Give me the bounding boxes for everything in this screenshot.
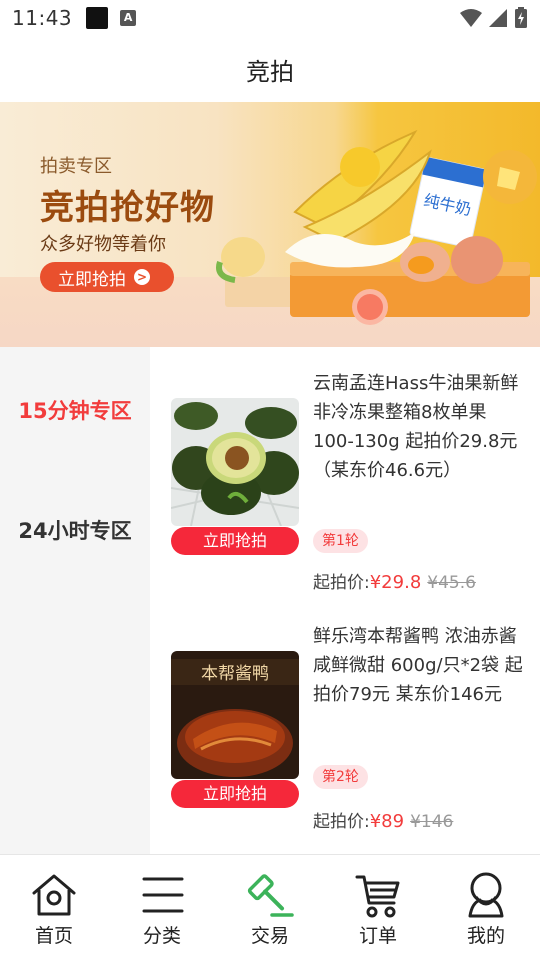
cart-icon xyxy=(355,875,400,918)
current-price: ¥29.8 xyxy=(369,572,422,593)
price-row: 起拍价: ¥29.8 ¥45.6 xyxy=(313,568,476,593)
original-price: ¥45.6 xyxy=(427,573,476,593)
price-label: 起拍价: xyxy=(313,573,370,593)
status-icons xyxy=(460,7,528,29)
category-24-hours[interactable]: 24小时专区 xyxy=(0,515,150,545)
page-header: 竞拍 xyxy=(0,36,540,102)
nav-trade[interactable]: 交易 xyxy=(216,855,324,960)
nav-profile-label: 我的 xyxy=(466,925,505,947)
banner-subtitle: 拍卖专区 xyxy=(40,156,112,177)
status-time: 11:43 xyxy=(12,6,73,30)
banner-description: 众多好物等着你 xyxy=(40,234,166,255)
round-badge: 第2轮 xyxy=(313,765,368,789)
nav-category-label: 分类 xyxy=(142,925,181,947)
product-card-duck[interactable]: 本帮酱鸭 立即抢拍 鲜乐湾本帮酱鸭 浓油赤酱 咸鲜微甜 600g/只*2袋 起拍… xyxy=(150,602,540,852)
nav-home[interactable]: 首页 xyxy=(0,855,108,960)
category-sidebar: 15分钟专区 24小时专区 xyxy=(0,347,150,854)
duck-package-text: 本帮酱鸭 xyxy=(201,664,269,684)
avocado-image xyxy=(171,398,299,526)
page-title: 竞拍 xyxy=(246,57,294,86)
price-label: 起拍价: xyxy=(313,812,370,832)
nav-trade-label: 交易 xyxy=(250,925,289,947)
nav-home-label: 首页 xyxy=(34,925,73,947)
nav-orders[interactable]: 订单 xyxy=(324,855,432,960)
category-15-minutes[interactable]: 15分钟专区 xyxy=(0,395,150,425)
current-price: ¥89 xyxy=(369,811,405,832)
home-icon xyxy=(32,874,76,916)
product-name: 鲜乐湾本帮酱鸭 浓油赤酱 咸鲜微甜 600g/只*2袋 起拍价79元 某东价14… xyxy=(313,626,523,705)
product-list: 立即抢拍 云南孟连Hass牛油果新鲜非冷冻果整箱8枚单果100-130g 起拍价… xyxy=(150,347,540,854)
banner-title: 竞拍抢好物 xyxy=(40,188,215,228)
wifi-icon xyxy=(460,9,482,27)
buy-now-button[interactable]: 立即抢拍 xyxy=(171,527,299,555)
keyboard-icon: A xyxy=(120,10,137,26)
nav-profile[interactable]: 我的 xyxy=(432,855,540,960)
nav-category[interactable]: 分类 xyxy=(108,855,216,960)
product-card-avocado[interactable]: 立即抢拍 云南孟连Hass牛油果新鲜非冷冻果整箱8枚单果100-130g 起拍价… xyxy=(150,347,540,597)
banner-illustration: 纯牛奶 xyxy=(216,129,537,325)
nav-orders-label: 订单 xyxy=(358,925,397,947)
round-badge: 第1轮 xyxy=(313,529,368,553)
category-icon xyxy=(142,877,184,913)
arrow-right-icon: > xyxy=(134,269,150,285)
battery-icon xyxy=(515,7,527,28)
bottom-nav: 首页 分类 交易 订单 我的 xyxy=(0,854,540,960)
product-name: 云南孟连Hass牛油果新鲜非冷冻果整箱8枚单果100-130g 起拍价29.8元… xyxy=(313,373,519,481)
status-bar: 11:43 A xyxy=(0,0,540,36)
original-price: ¥146 xyxy=(410,812,454,832)
braised-duck-image: 本帮酱鸭 xyxy=(171,651,299,779)
banner-buy-button[interactable]: 立即抢拍 > xyxy=(40,262,174,292)
notification-icon xyxy=(86,7,109,29)
price-row: 起拍价: ¥89 ¥146 xyxy=(313,807,453,832)
buy-now-button[interactable]: 立即抢拍 xyxy=(171,780,299,808)
user-icon xyxy=(468,872,504,918)
auction-banner[interactable]: 拍卖专区 竞拍抢好物 众多好物等着你 立即抢拍 > 纯牛奶 xyxy=(0,102,540,347)
signal-icon xyxy=(489,9,507,27)
auction-hammer-icon xyxy=(247,874,294,917)
banner-button-label: 立即抢拍 xyxy=(58,269,126,290)
